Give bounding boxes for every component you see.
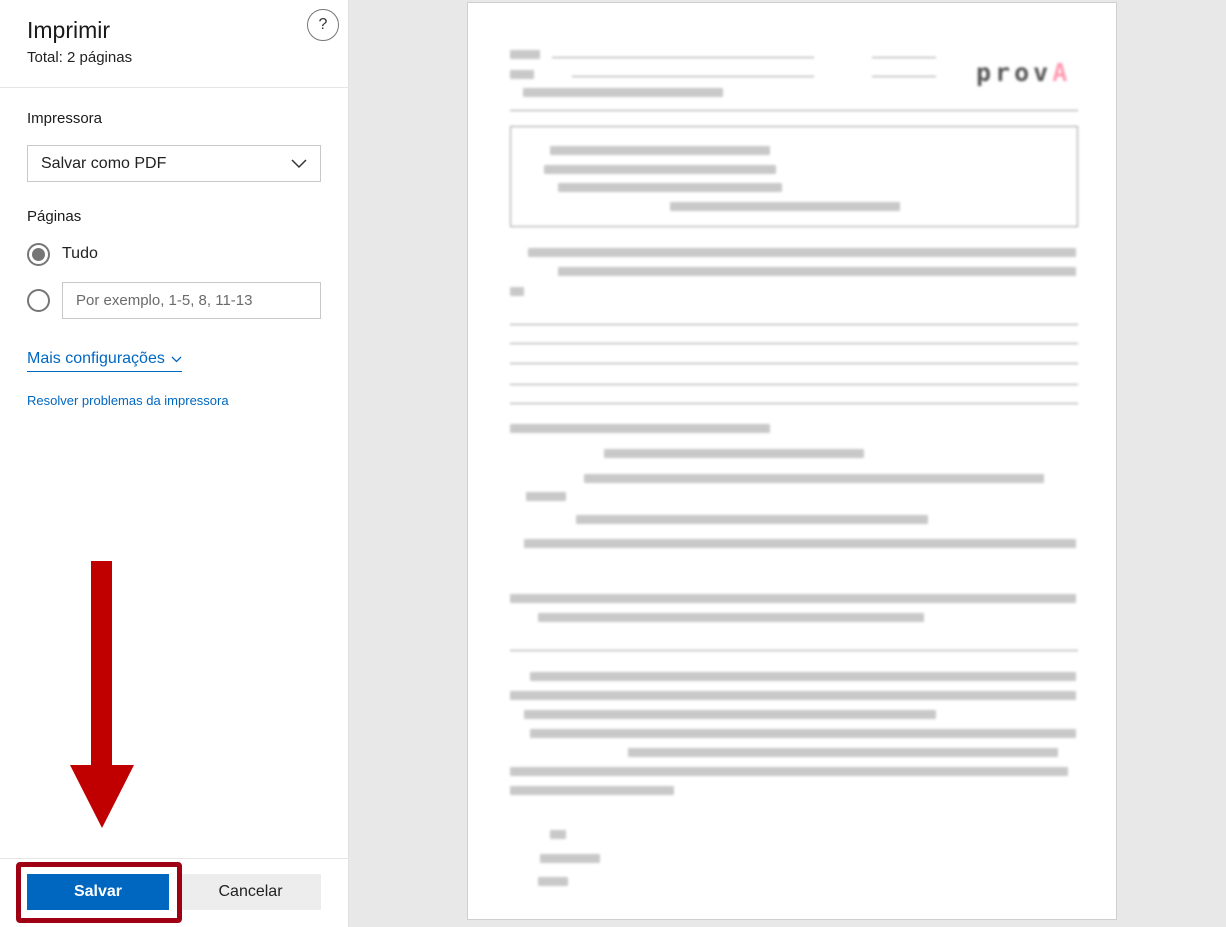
text-block: [628, 748, 1058, 757]
logo-text: prov: [976, 58, 1053, 87]
prova-logo: provA: [976, 58, 1071, 87]
text-block: [510, 287, 524, 296]
text-block: [540, 854, 600, 863]
text-block: [528, 248, 1076, 257]
down-arrow-annotation: [91, 561, 112, 769]
page-count: Total: 2 páginas: [27, 49, 133, 66]
down-arrow-annotation-head: [70, 765, 134, 828]
rule: [510, 650, 1078, 651]
text-block: [544, 165, 776, 174]
rule: [872, 57, 936, 58]
text-block: [510, 786, 674, 795]
text-block: [550, 830, 566, 839]
help-icon[interactable]: ?: [307, 9, 339, 41]
printer-label: Impressora: [27, 110, 103, 127]
print-settings-panel: Imprimir Total: 2 páginas ? Impressora S…: [0, 0, 349, 927]
text-block: [558, 267, 1076, 276]
divider: [0, 87, 349, 88]
text-block: [530, 729, 1076, 738]
text-block: [510, 594, 1076, 603]
more-settings-label: Mais configurações: [27, 350, 165, 367]
more-settings-link[interactable]: Mais configurações: [27, 350, 182, 372]
rule: [510, 384, 1078, 385]
text-block: [538, 877, 568, 886]
logo-accent: A: [1052, 58, 1072, 87]
text-block: [524, 539, 1076, 548]
rule: [510, 403, 1078, 404]
text-block: [670, 202, 900, 211]
text-block: [550, 146, 770, 155]
divider: [0, 858, 349, 859]
text-block: [510, 70, 534, 79]
rule: [872, 76, 936, 77]
pages-label: Páginas: [27, 208, 82, 225]
text-block: [576, 515, 928, 524]
radio-all-label: Tudo: [62, 245, 98, 262]
text-block: [510, 50, 540, 59]
rule: [510, 363, 1078, 364]
text-block: [526, 492, 566, 501]
rule: [552, 57, 814, 58]
cancel-button[interactable]: Cancelar: [180, 874, 321, 910]
text-block: [604, 449, 864, 458]
radio-all-pages[interactable]: [27, 243, 50, 266]
text-block: [538, 613, 924, 622]
text-block: [524, 710, 936, 719]
chevron-down-icon: [291, 158, 307, 168]
save-button-highlight: [16, 862, 182, 923]
rule: [510, 324, 1078, 325]
printer-select-value: Salvar como PDF: [41, 154, 167, 172]
text-block: [584, 474, 1044, 483]
troubleshoot-link[interactable]: Resolver problemas da impressora: [27, 393, 229, 408]
page-range-input[interactable]: [62, 282, 321, 319]
instructions-box: [510, 126, 1078, 227]
radio-page-range[interactable]: [27, 289, 50, 312]
dialog-title: Imprimir: [27, 17, 111, 43]
text-block: [510, 767, 1068, 776]
rule: [510, 110, 1078, 111]
rule: [510, 343, 1078, 344]
text-block: [510, 691, 1076, 700]
chevron-down-icon: [171, 356, 182, 362]
text-block: [558, 183, 782, 192]
print-preview-page: provA: [467, 2, 1117, 920]
text-block: [530, 672, 1076, 681]
text-block: [523, 88, 723, 97]
text-block: [510, 424, 770, 433]
printer-select[interactable]: Salvar como PDF: [27, 145, 321, 182]
rule: [572, 76, 814, 77]
